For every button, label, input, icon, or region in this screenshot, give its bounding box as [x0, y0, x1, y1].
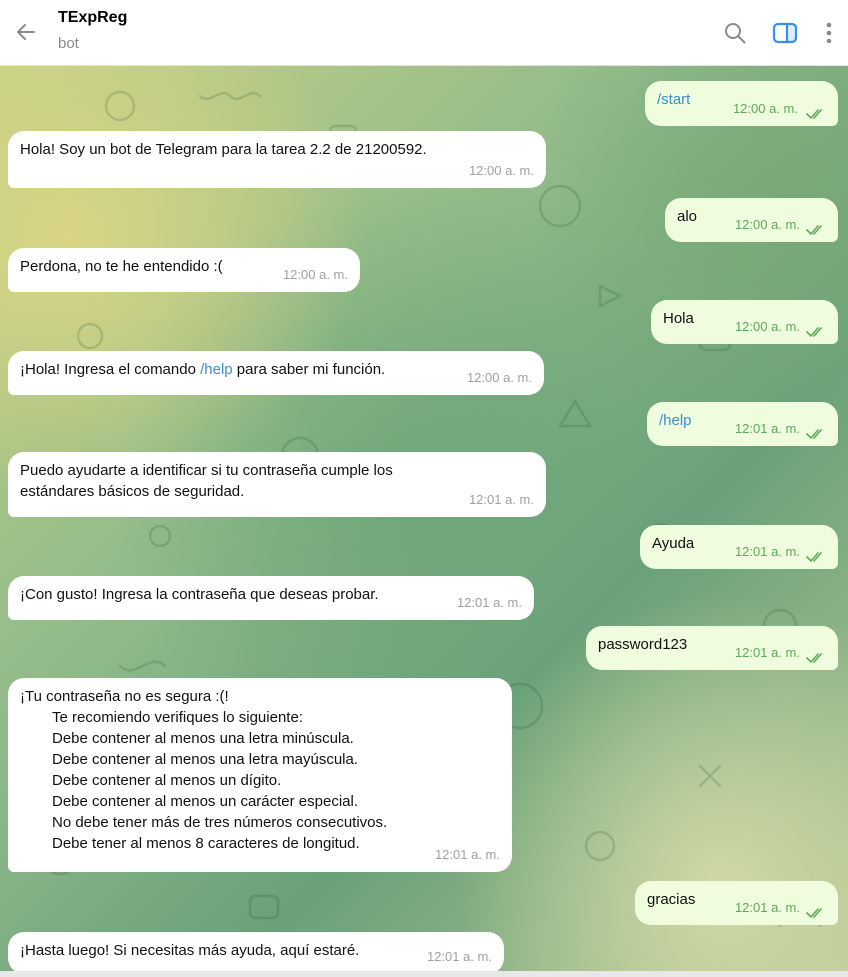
chat-subtitle: bot [58, 35, 79, 52]
message-text: gracias [647, 891, 696, 908]
message-outgoing[interactable]: /help 12:01 a. m. [647, 402, 838, 446]
message-incoming[interactable]: Hola! Soy un bot de Telegram para la tar… [8, 131, 546, 188]
message-text: password123 [598, 636, 688, 653]
message-text: Perdona, no te he entendido :( [20, 258, 223, 275]
chat-header: TExpReg bot [0, 0, 848, 66]
message-text: Ayuda [652, 535, 695, 552]
message-incoming[interactable]: ¡Hasta luego! Si necesitas más ayuda, aq… [8, 932, 504, 974]
message-outgoing[interactable]: password123 12:01 a. m. [586, 626, 838, 670]
message-line: No debe tener más de tres números consec… [52, 814, 388, 831]
search-icon[interactable] [720, 18, 750, 48]
message-time: 12:01 a. m. [734, 645, 800, 660]
back-arrow-icon[interactable] [12, 18, 40, 46]
message-line: Debe tener al menos 8 caracteres de long… [52, 835, 360, 852]
command-link[interactable]: /help [659, 412, 692, 429]
message-time: 12:01 a. m. [456, 595, 522, 610]
message-text-before: ¡Hola! Ingresa el comando [20, 361, 201, 378]
message-time: 12:00 a. m. [282, 267, 348, 282]
message-time: 12:00 a. m. [734, 217, 800, 232]
message-outgoing[interactable]: alo 12:00 a. m. [665, 198, 838, 242]
message-text: Hola! Soy un bot de Telegram para la tar… [20, 141, 427, 158]
message-incoming[interactable]: Puedo ayudarte a identificar si tu contr… [8, 452, 546, 517]
message-outgoing[interactable]: Hola 12:00 a. m. [651, 300, 838, 344]
message-text: ¡Hasta luego! Si necesitas más ayuda, aq… [20, 942, 360, 959]
message-time: 12:01 a. m. [434, 847, 500, 862]
message-outgoing[interactable]: gracias 12:01 a. m. [635, 881, 838, 925]
command-link[interactable]: /help [200, 361, 233, 378]
message-line: Debe contener al menos un carácter espec… [52, 793, 359, 810]
message-time: 12:01 a. m. [734, 544, 800, 559]
message-time: 12:01 a. m. [426, 949, 492, 964]
message-line: Te recomiendo verifiques lo siguiente: [52, 709, 303, 726]
message-text-after: para saber mi función. [232, 361, 386, 378]
message-incoming[interactable]: ¡Hola! Ingresa el comando /help para sab… [8, 351, 544, 395]
sidebar-toggle-icon[interactable] [770, 18, 800, 48]
read-ticks-icon [806, 649, 828, 664]
chat-title[interactable]: TExpReg [58, 9, 127, 27]
message-line: Debe contener al menos una letra minúscu… [52, 730, 354, 747]
read-ticks-icon [806, 105, 828, 120]
message-outgoing[interactable]: /start 12:00 a. m. [645, 81, 838, 126]
message-time: 12:01 a. m. [468, 492, 534, 507]
message-time: 12:01 a. m. [734, 421, 800, 436]
message-incoming[interactable]: ¡Tu contraseña no es segura :(! Te recom… [8, 678, 512, 872]
read-ticks-icon [806, 904, 828, 919]
message-text: alo [677, 208, 698, 225]
message-incoming[interactable]: ¡Con gusto! Ingresa la contraseña que de… [8, 576, 534, 620]
message-outgoing[interactable]: Ayuda 12:01 a. m. [640, 525, 838, 569]
message-line: Debe contener al menos una letra mayúscu… [52, 751, 359, 768]
message-incoming[interactable]: Perdona, no te he entendido :( 12:00 a. … [8, 248, 360, 292]
read-ticks-icon [806, 425, 828, 440]
message-time: 12:01 a. m. [734, 900, 800, 915]
message-line: Debe contener al menos un dígito. [52, 772, 282, 789]
message-time: 12:00 a. m. [732, 101, 798, 116]
message-text: Hola [663, 310, 694, 327]
message-line: ¡Tu contraseña no es segura :(! [20, 688, 229, 705]
message-time: 12:00 a. m. [734, 319, 800, 334]
message-line: estándares básicos de seguridad. [20, 483, 245, 500]
message-time: 12:00 a. m. [466, 370, 532, 385]
message-line: Puedo ayudarte a identificar si tu contr… [20, 462, 393, 479]
composer-edge [0, 971, 848, 977]
read-ticks-icon [806, 221, 828, 236]
command-link[interactable]: /start [657, 91, 690, 108]
more-vertical-icon[interactable] [814, 18, 844, 48]
read-ticks-icon [806, 323, 828, 338]
message-text: ¡Con gusto! Ingresa la contraseña que de… [20, 586, 379, 603]
message-time: 12:00 a. m. [468, 163, 534, 178]
read-ticks-icon [806, 548, 828, 563]
